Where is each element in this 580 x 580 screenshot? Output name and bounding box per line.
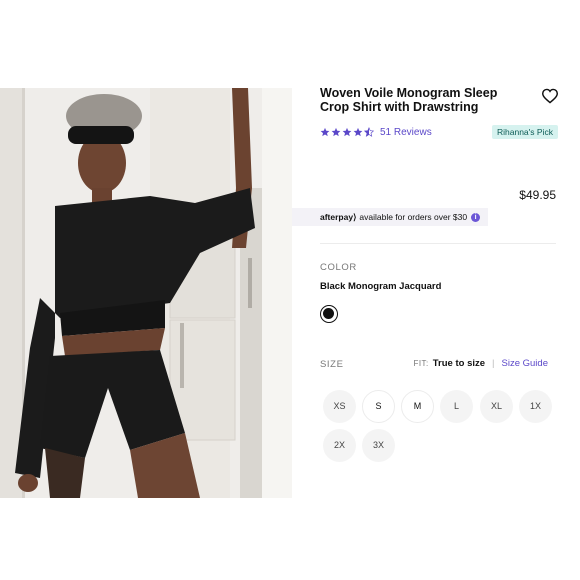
star-icon (320, 127, 330, 137)
afterpay-banner: afterpay⟩ available for orders over $30 … (292, 208, 488, 226)
size-option-xs[interactable]: XS (323, 390, 356, 423)
wishlist-heart-icon[interactable] (541, 88, 559, 104)
selected-color-name: Black Monogram Jacquard (320, 281, 442, 292)
size-guide-link[interactable]: Size Guide (502, 358, 548, 369)
size-option-m[interactable]: M (401, 390, 434, 423)
afterpay-text: available for orders over $30 (359, 212, 468, 222)
product-price: $49.95 (519, 188, 556, 202)
fit-value: True to size (432, 358, 486, 369)
size-option-2x[interactable]: 2X (323, 429, 356, 462)
half-star-icon (364, 127, 374, 137)
rating-row: 51 Reviews (320, 125, 432, 139)
size-option-1x[interactable]: 1X (519, 390, 552, 423)
fit-prefix: FIT: (413, 359, 429, 368)
star-icon (331, 127, 341, 137)
size-label: SIZE (320, 359, 344, 370)
fit-info: FIT: True to size | Size Guide (413, 358, 548, 369)
fit-separator: | (492, 358, 495, 369)
size-option-l[interactable]: L (440, 390, 473, 423)
color-label: COLOR (320, 262, 357, 273)
product-image (0, 88, 292, 498)
size-option-xl[interactable]: XL (480, 390, 513, 423)
afterpay-logo: afterpay⟩ (320, 211, 357, 222)
star-icon (353, 127, 363, 137)
color-swatch-black[interactable] (320, 305, 338, 323)
info-icon[interactable]: i (471, 212, 481, 222)
reviews-link[interactable]: 51 Reviews (380, 127, 432, 138)
star-rating (320, 127, 374, 137)
star-icon (342, 127, 352, 137)
rihannas-pick-badge: Rihanna's Pick (492, 125, 558, 139)
product-title: Woven Voile Monogram Sleep Crop Shirt wi… (320, 86, 498, 114)
divider (320, 243, 556, 244)
size-option-s[interactable]: S (362, 390, 395, 423)
size-option-3x[interactable]: 3X (362, 429, 395, 462)
